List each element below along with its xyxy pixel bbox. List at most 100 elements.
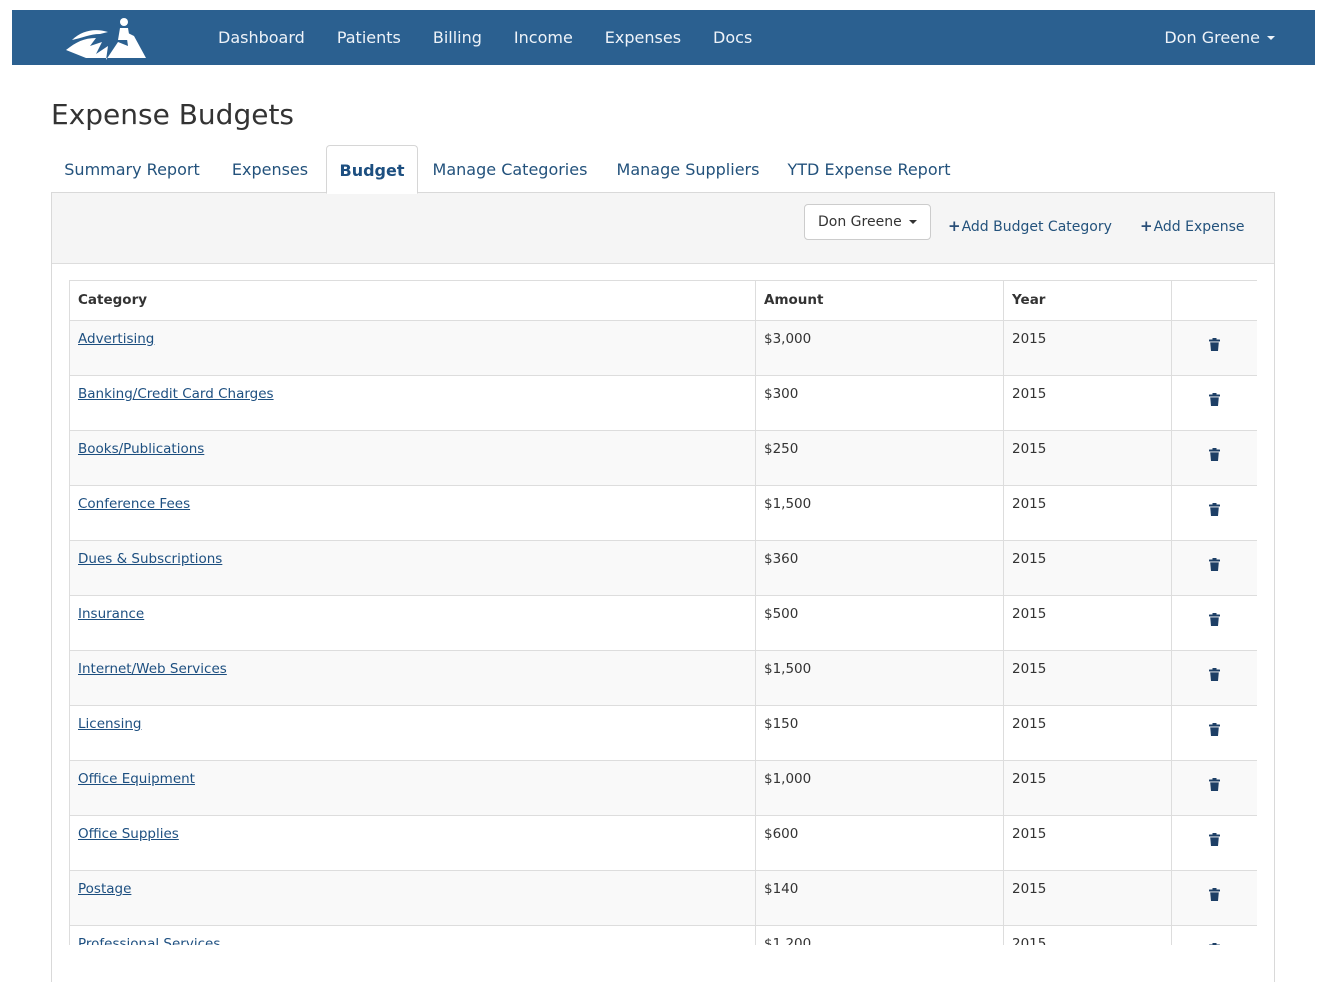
budget-panel: Don Greene +Add Budget Category +Add Exp… xyxy=(51,192,1275,982)
trash-icon[interactable] xyxy=(1209,943,1220,945)
top-navbar: Dashboard Patients Billing Income Expens… xyxy=(12,10,1315,65)
year-cell: 2015 xyxy=(1003,760,1172,816)
add-expense-link[interactable]: +Add Expense xyxy=(1140,217,1245,235)
amount-cell: $140 xyxy=(755,870,1004,926)
category-link[interactable]: Office Supplies xyxy=(78,826,179,842)
category-link[interactable]: Postage xyxy=(78,881,131,897)
trash-icon[interactable] xyxy=(1209,448,1220,461)
trash-icon[interactable] xyxy=(1209,503,1220,516)
budget-table: Category Amount Year Advertising $3,000 20… xyxy=(69,280,1257,945)
nav-link-expenses[interactable]: Expenses xyxy=(605,28,681,47)
table-row: Banking/Credit Card Charges $300 2015 xyxy=(69,375,1257,431)
trash-icon[interactable] xyxy=(1209,613,1220,626)
category-cell: Books/Publications xyxy=(69,430,756,486)
category-link[interactable]: Professional Services xyxy=(78,936,220,945)
category-link[interactable]: Office Equipment xyxy=(78,771,195,787)
user-menu[interactable]: Don Greene xyxy=(1164,10,1275,65)
nav-link-income[interactable]: Income xyxy=(514,28,573,47)
amount-cell: $1,000 xyxy=(755,760,1004,816)
year-cell: 2015 xyxy=(1003,870,1172,926)
year-cell: 2015 xyxy=(1003,320,1172,376)
trash-icon[interactable] xyxy=(1209,888,1220,901)
category-link[interactable]: Internet/Web Services xyxy=(78,661,227,677)
amount-cell: $360 xyxy=(755,540,1004,596)
trash-icon[interactable] xyxy=(1209,723,1220,736)
add-budget-category-label: Add Budget Category xyxy=(961,219,1112,235)
category-cell: Insurance xyxy=(69,595,756,651)
column-header-category: Category xyxy=(69,280,756,321)
caret-down-icon xyxy=(1267,35,1275,40)
year-cell: 2015 xyxy=(1003,650,1172,706)
tab-manage-categories[interactable]: Manage Categories xyxy=(423,145,597,193)
add-budget-category-link[interactable]: +Add Budget Category xyxy=(948,217,1112,235)
table-row: Office Equipment $1,000 2015 xyxy=(69,760,1257,816)
nav-link-billing[interactable]: Billing xyxy=(433,28,482,47)
trash-icon[interactable] xyxy=(1209,393,1220,406)
category-link[interactable]: Advertising xyxy=(78,331,154,347)
table-row: Books/Publications $250 2015 xyxy=(69,430,1257,486)
page-title: Expense Budgets xyxy=(51,98,295,131)
panel-toolbar: Don Greene +Add Budget Category +Add Exp… xyxy=(52,193,1274,264)
category-cell: Conference Fees xyxy=(69,485,756,541)
delete-cell xyxy=(1171,760,1257,816)
category-cell: Office Equipment xyxy=(69,760,756,816)
delete-cell xyxy=(1171,430,1257,486)
table-row: Internet/Web Services $1,500 2015 xyxy=(69,650,1257,706)
nav-link-docs[interactable]: Docs xyxy=(713,28,752,47)
plus-icon: + xyxy=(948,217,961,235)
delete-cell xyxy=(1171,925,1257,945)
category-link[interactable]: Books/Publications xyxy=(78,441,204,457)
amount-cell: $3,000 xyxy=(755,320,1004,376)
delete-cell xyxy=(1171,705,1257,761)
amount-cell: $500 xyxy=(755,595,1004,651)
category-cell: Office Supplies xyxy=(69,815,756,871)
table-row: Professional Services $1,200 2015 xyxy=(69,925,1257,945)
trash-icon[interactable] xyxy=(1209,833,1220,846)
trash-icon[interactable] xyxy=(1209,558,1220,571)
year-cell: 2015 xyxy=(1003,815,1172,871)
year-cell: 2015 xyxy=(1003,925,1172,945)
tab-expenses[interactable]: Expenses xyxy=(215,145,325,193)
category-link[interactable]: Insurance xyxy=(78,606,144,622)
category-link[interactable]: Licensing xyxy=(78,716,141,732)
year-cell: 2015 xyxy=(1003,430,1172,486)
nav-link-dashboard[interactable]: Dashboard xyxy=(218,28,305,47)
amount-cell: $300 xyxy=(755,375,1004,431)
budget-table-container: Category Amount Year Advertising $3,000 20… xyxy=(69,280,1257,945)
category-link[interactable]: Banking/Credit Card Charges xyxy=(78,386,274,402)
amount-cell: $1,200 xyxy=(755,925,1004,945)
delete-cell xyxy=(1171,870,1257,926)
tab-budget[interactable]: Budget xyxy=(326,145,418,194)
year-cell: 2015 xyxy=(1003,375,1172,431)
user-filter-dropdown[interactable]: Don Greene xyxy=(804,204,931,240)
category-cell: Postage xyxy=(69,870,756,926)
column-header-year: Year xyxy=(1003,280,1172,321)
tab-manage-suppliers[interactable]: Manage Suppliers xyxy=(608,145,768,193)
tab-ytd-expense-report[interactable]: YTD Expense Report xyxy=(779,145,959,193)
category-cell: Banking/Credit Card Charges xyxy=(69,375,756,431)
tab-summary-report[interactable]: Summary Report xyxy=(51,145,213,193)
year-cell: 2015 xyxy=(1003,705,1172,761)
category-cell: Advertising xyxy=(69,320,756,376)
delete-cell xyxy=(1171,320,1257,376)
trash-icon[interactable] xyxy=(1209,338,1220,351)
trash-icon[interactable] xyxy=(1209,778,1220,791)
amount-cell: $1,500 xyxy=(755,650,1004,706)
user-menu-label: Don Greene xyxy=(1164,28,1260,47)
category-cell: Internet/Web Services xyxy=(69,650,756,706)
user-filter-label: Don Greene xyxy=(818,214,902,230)
category-link[interactable]: Dues & Subscriptions xyxy=(78,551,222,567)
logo-icon[interactable] xyxy=(62,16,148,60)
delete-cell xyxy=(1171,595,1257,651)
delete-cell xyxy=(1171,650,1257,706)
amount-cell: $150 xyxy=(755,705,1004,761)
table-row: Conference Fees $1,500 2015 xyxy=(69,485,1257,541)
trash-icon[interactable] xyxy=(1209,668,1220,681)
category-link[interactable]: Conference Fees xyxy=(78,496,190,512)
table-row: Postage $140 2015 xyxy=(69,870,1257,926)
add-expense-label: Add Expense xyxy=(1153,219,1245,235)
amount-cell: $600 xyxy=(755,815,1004,871)
category-cell: Dues & Subscriptions xyxy=(69,540,756,596)
year-cell: 2015 xyxy=(1003,595,1172,651)
nav-link-patients[interactable]: Patients xyxy=(337,28,401,47)
